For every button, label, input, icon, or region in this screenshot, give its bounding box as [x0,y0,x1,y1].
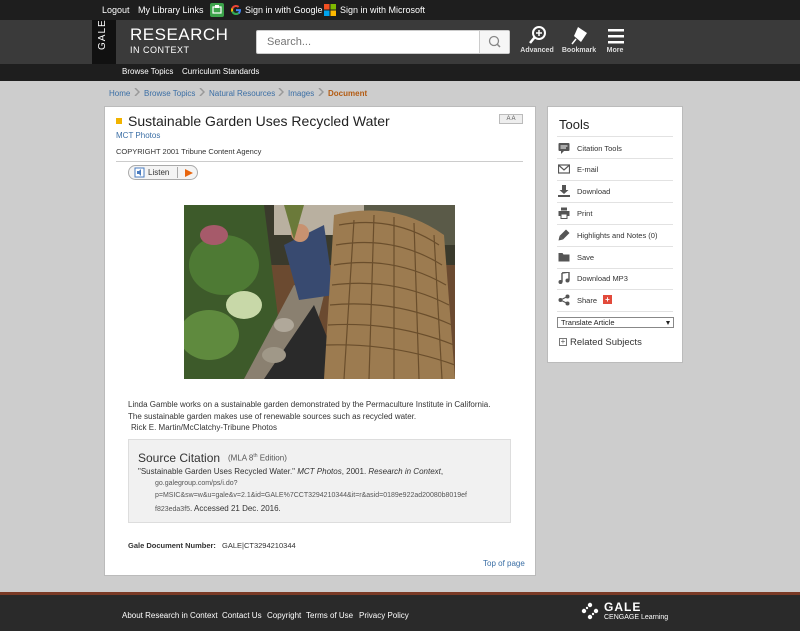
source-link[interactable]: MCT Photos [116,131,160,140]
more-button[interactable]: More [595,25,635,61]
tool-highlights-notes[interactable]: Highlights and Notes (0) [557,226,673,246]
search-box [256,30,510,54]
footer-privacy[interactable]: Privacy Policy [359,611,409,620]
top-of-page-link[interactable]: Top of page [483,559,525,568]
gale-tab[interactable]: GALE [92,19,116,64]
listen-button[interactable]: Listen [128,165,198,180]
search-icon [488,35,501,48]
site-footer: About Research in Context Contact Us Cop… [0,592,800,631]
breadcrumb-home[interactable]: Home [109,89,130,98]
footer-about[interactable]: About Research in Context [122,611,218,620]
share-icon [558,294,570,306]
my-library-links[interactable]: My Library Links [138,5,204,15]
document-title: Sustainable Garden Uses Recycled Water [128,113,390,129]
footer-copyright[interactable]: Copyright [267,611,301,620]
top-utility-bar: Logout My Library Links Sign in with Goo… [0,0,800,20]
related-subjects-toggle[interactable]: Related Subjects [570,337,642,348]
tool-print[interactable]: Print [557,204,673,224]
breadcrumb-browse-topics[interactable]: Browse Topics [144,89,195,98]
tool-share[interactable]: Share [557,291,673,311]
share-plus-icon[interactable]: + [603,295,612,304]
print-icon [558,207,570,219]
sign-in-google[interactable]: Sign in with Google [245,5,323,15]
tool-citation[interactable]: Citation Tools [557,139,673,159]
search-input[interactable] [257,31,479,53]
breadcrumb-natural-resources[interactable]: Natural Resources [209,89,275,98]
download-icon [558,185,570,197]
highlight-icon [558,229,570,241]
citation-edition: (MLA 8th Edition) [228,453,287,463]
logo-in-context[interactable]: IN CONTEXT [130,45,190,55]
doc-number-label: Gale Document Number: [128,541,216,550]
expand-icon[interactable]: + [559,338,567,346]
font-size-buttons[interactable]: A A [499,114,523,124]
photo-credit: Rick E. Martin/McClatchy-Tribune Photos [131,423,277,432]
bookmark-icon [571,27,587,45]
title-marker [116,118,122,124]
chevron-right-icon [278,88,284,96]
citation-accessed: f823eda3f5. Accessed 21 Dec. 2016. [155,504,281,513]
tool-email[interactable]: E-mail [557,160,673,180]
article-photo [184,205,455,379]
citation-icon [558,143,570,154]
tool-download-mp3[interactable]: Download MP3 [557,269,673,289]
menu-icon [608,29,624,44]
chevron-down-icon [666,321,670,325]
footer-brand-sub: CENGAGE Learning [604,614,669,621]
doc-number-value: GALE|CT3294210344 [222,541,296,550]
tool-download[interactable]: Download [557,182,673,202]
search-button[interactable] [479,31,509,53]
logout-link[interactable]: Logout [102,5,130,15]
photo-caption: Linda Gamble works on a sustainable gard… [128,400,491,421]
copyright-text: COPYRIGHT 2001 Tribune Content Agency [116,147,262,156]
music-icon [558,272,570,284]
play-icon[interactable] [184,168,194,178]
citation-heading: Source Citation [138,451,221,465]
nav-browse-topics[interactable]: Browse Topics [122,67,173,76]
citation-url: go.galegroup.com/ps/i.do? [155,480,238,487]
tools-heading: Tools [559,117,590,132]
divider [116,161,523,162]
breadcrumb-images[interactable]: Images [288,89,314,98]
logo-research[interactable]: RESEARCH [130,25,228,45]
chevron-right-icon [199,88,205,96]
breadcrumb-document: Document [328,89,368,98]
gale-logo-icon [581,602,599,620]
footer-contact[interactable]: Contact Us [222,611,262,620]
advanced-search-icon [529,26,546,44]
nav-curriculum-standards[interactable]: Curriculum Standards [182,67,259,76]
citation-url: p=MSIC&sw=w&u=gale&v=2.1&id=GALE%7CCT329… [155,492,467,499]
folder-icon [558,253,570,262]
speaker-icon [134,167,145,178]
translate-article-select[interactable]: Translate Article [557,317,674,328]
footer-terms[interactable]: Terms of Use [306,611,353,620]
bookmark-button[interactable]: Bookmark [559,25,599,61]
chevron-right-icon [134,88,140,96]
main-nav: Browse Topics Curriculum Standards [0,64,800,81]
advanced-search-button[interactable]: Advanced [517,25,557,61]
library-icon[interactable] [210,3,224,17]
email-icon [558,164,570,174]
tool-save[interactable]: Save [557,248,673,268]
chevron-right-icon [318,88,324,96]
microsoft-icon[interactable] [324,4,336,16]
citation-line: "Sustainable Garden Uses Recycled Water.… [138,467,444,476]
footer-brand: GALE [604,600,642,614]
google-icon[interactable] [230,4,242,16]
sign-in-microsoft[interactable]: Sign in with Microsoft [340,5,425,15]
